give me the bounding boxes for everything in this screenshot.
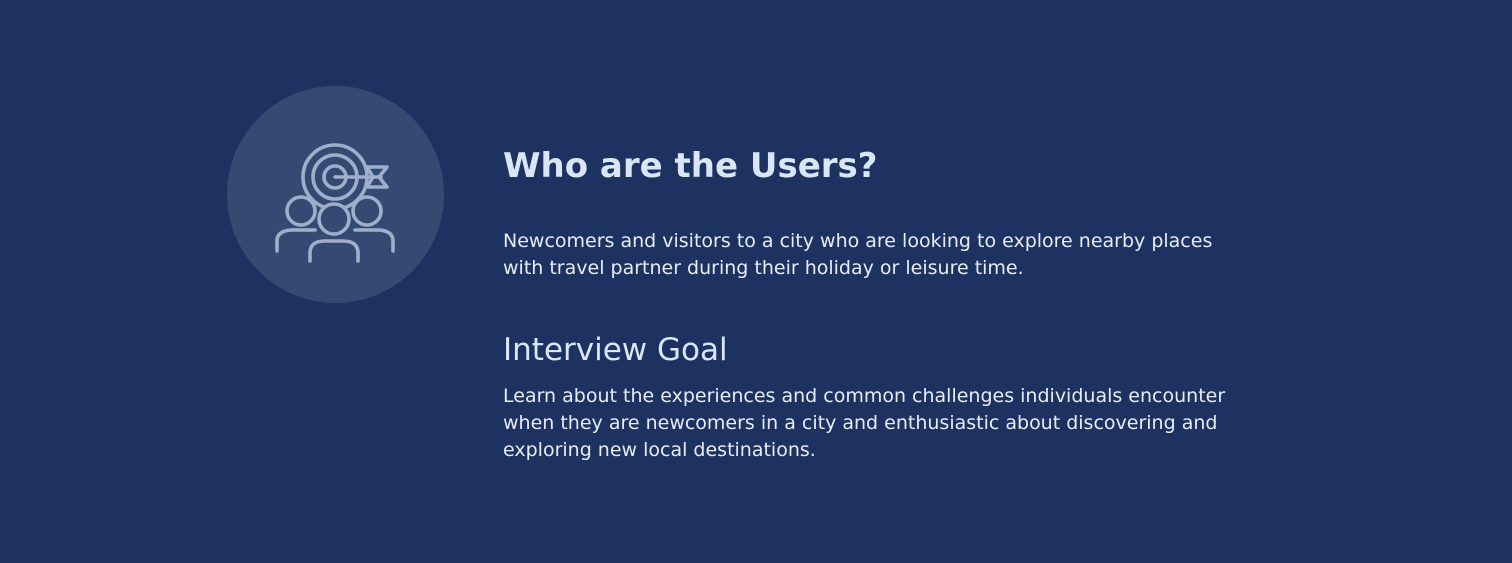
target-users-icon — [275, 143, 395, 263]
interview-goal-description: Learn about the experiences and common c… — [503, 385, 1226, 461]
icon-circle — [227, 86, 444, 303]
users-description: Newcomers and visitors to a city who are… — [503, 230, 1213, 279]
users-title: Who are the Users? — [503, 146, 878, 186]
interview-goal-title: Interview Goal — [503, 332, 728, 368]
